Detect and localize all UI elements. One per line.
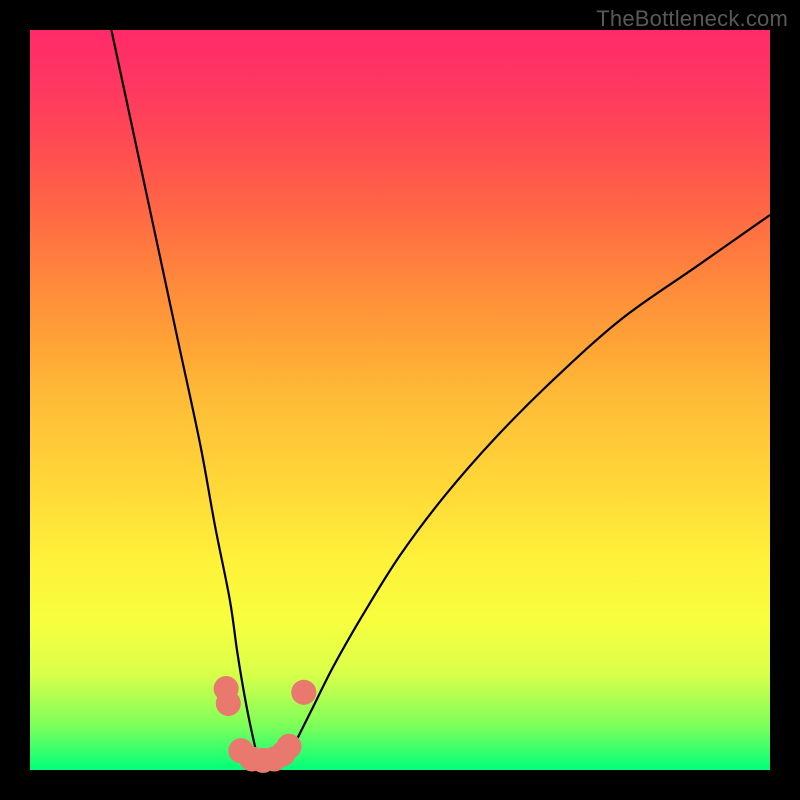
data-marker — [291, 680, 316, 705]
marker-group — [214, 676, 317, 773]
data-marker — [216, 691, 241, 716]
curve-layer — [30, 30, 770, 770]
watermark-text: TheBottleneck.com — [596, 6, 788, 32]
bottleneck-curve — [111, 30, 770, 771]
data-marker — [276, 734, 301, 759]
plot-area — [30, 30, 770, 770]
chart-frame: TheBottleneck.com — [0, 0, 800, 800]
